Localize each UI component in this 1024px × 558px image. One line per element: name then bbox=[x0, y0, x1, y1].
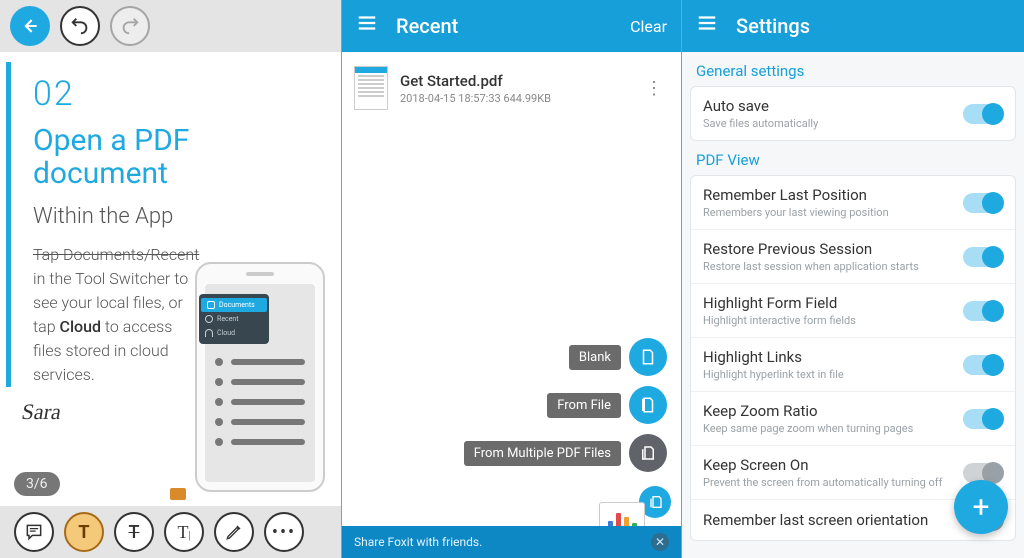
redo-button[interactable] bbox=[110, 6, 150, 46]
fab-label-blank: Blank bbox=[569, 345, 621, 370]
multiple-files-icon bbox=[639, 444, 657, 462]
doc-title: Open a PDF document bbox=[33, 124, 319, 190]
toggle-highlight-links[interactable] bbox=[963, 355, 1003, 375]
viewer-topbar bbox=[0, 0, 341, 52]
tool-switcher-popover: Documents Recent Cloud bbox=[199, 294, 269, 344]
fab-from-multiple-button[interactable] bbox=[629, 434, 667, 472]
setting-autosave[interactable]: Auto save Save files automatically bbox=[691, 87, 1015, 140]
file-meta: 2018-04-15 18:57:33 644.99KB bbox=[400, 92, 551, 105]
blank-page-icon bbox=[639, 348, 657, 366]
comment-tool-button[interactable] bbox=[14, 512, 54, 552]
toggle-autosave[interactable] bbox=[963, 104, 1003, 124]
undo-icon bbox=[69, 15, 91, 37]
clear-button[interactable]: Clear bbox=[630, 17, 667, 36]
fab-blank-button[interactable] bbox=[629, 338, 667, 376]
redo-icon bbox=[119, 15, 141, 37]
file-row[interactable]: Get Started.pdf 2018-04-15 18:57:33 644.… bbox=[342, 52, 681, 124]
share-bar[interactable]: Share Foxit with friends. ✕ bbox=[342, 526, 681, 558]
text-cursor-icon: T| bbox=[177, 522, 190, 543]
section-pdfview: PDF View bbox=[682, 141, 1024, 175]
pencil-icon bbox=[225, 523, 243, 541]
menu-button[interactable] bbox=[696, 12, 718, 40]
toggle-highlight-form[interactable] bbox=[963, 301, 1003, 321]
general-settings-card: Auto save Save files automatically bbox=[690, 86, 1016, 141]
note-icon[interactable] bbox=[170, 488, 186, 500]
recent-panel: Recent Clear Get Started.pdf 2018-04-15 … bbox=[341, 0, 682, 558]
strikethrough-tool-button[interactable]: T bbox=[114, 512, 154, 552]
section-general: General settings bbox=[682, 52, 1024, 86]
setting-remember-position[interactable]: Remember Last Position Remembers your la… bbox=[691, 176, 1015, 230]
plus-icon: + bbox=[972, 490, 989, 525]
viewer-toolbar: T T T| ••• bbox=[0, 506, 341, 558]
page-number-heading: 02 bbox=[33, 74, 319, 114]
highlight-tool-button[interactable]: T bbox=[64, 512, 104, 552]
fab-label-multiple: From Multiple PDF Files bbox=[464, 441, 621, 466]
file-icon bbox=[639, 396, 657, 414]
share-close-button[interactable]: ✕ bbox=[651, 533, 669, 551]
page-indicator: 3/6 bbox=[14, 472, 60, 496]
recent-appbar: Recent Clear bbox=[342, 0, 681, 52]
toggle-remember-position[interactable] bbox=[963, 193, 1003, 213]
share-multiple-icon bbox=[647, 494, 663, 510]
setting-highlight-links[interactable]: Highlight Links Highlight hyperlink text… bbox=[691, 338, 1015, 392]
arrow-left-icon bbox=[20, 16, 40, 36]
file-more-button[interactable]: ⋮ bbox=[639, 78, 669, 99]
setting-keep-zoom[interactable]: Keep Zoom Ratio Keep same page zoom when… bbox=[691, 392, 1015, 446]
file-name: Get Started.pdf bbox=[400, 72, 551, 90]
hamburger-icon bbox=[696, 12, 718, 34]
more-tools-button[interactable]: ••• bbox=[264, 512, 304, 552]
kebab-icon: ⋮ bbox=[645, 78, 663, 99]
setting-highlight-form[interactable]: Highlight Form Field Highlight interacti… bbox=[691, 284, 1015, 338]
file-thumbnail bbox=[354, 66, 388, 110]
fab-from-file-button[interactable] bbox=[629, 386, 667, 424]
create-menu: Blank From File From Multiple PDF Files bbox=[464, 338, 667, 472]
settings-appbar: Settings bbox=[682, 0, 1024, 52]
back-button[interactable] bbox=[10, 6, 50, 46]
more-icon: ••• bbox=[272, 522, 296, 543]
add-fab-button[interactable]: + bbox=[954, 480, 1008, 534]
hamburger-icon bbox=[356, 12, 378, 34]
doc-subtitle: Within the App bbox=[33, 204, 319, 229]
share-text: Share Foxit with friends. bbox=[354, 535, 482, 549]
setting-restore-session[interactable]: Restore Previous Session Restore last se… bbox=[691, 230, 1015, 284]
close-icon: ✕ bbox=[655, 535, 665, 549]
pdf-viewer-panel: 02 Open a PDF document Within the App Ta… bbox=[0, 0, 341, 558]
menu-button[interactable] bbox=[356, 12, 378, 40]
toggle-restore-session[interactable] bbox=[963, 247, 1003, 267]
settings-title: Settings bbox=[736, 14, 1010, 38]
pencil-tool-button[interactable] bbox=[214, 512, 254, 552]
file-info: Get Started.pdf 2018-04-15 18:57:33 644.… bbox=[400, 72, 551, 105]
comment-icon bbox=[24, 522, 44, 542]
settings-panel: Settings General settings Auto save Save… bbox=[682, 0, 1024, 558]
strikethrough-icon: T bbox=[129, 522, 140, 543]
text-highlight-icon: T bbox=[78, 522, 89, 543]
fab-label-fromfile: From File bbox=[547, 393, 621, 418]
text-cursor-tool-button[interactable]: T| bbox=[164, 512, 204, 552]
toggle-keep-zoom[interactable] bbox=[963, 409, 1003, 429]
doc-body: Tap Documents/Recent in the Tool Switche… bbox=[33, 243, 203, 387]
undo-button[interactable] bbox=[60, 6, 100, 46]
recent-title: Recent bbox=[396, 14, 612, 38]
phone-illustration: Documents Recent Cloud bbox=[195, 262, 325, 492]
